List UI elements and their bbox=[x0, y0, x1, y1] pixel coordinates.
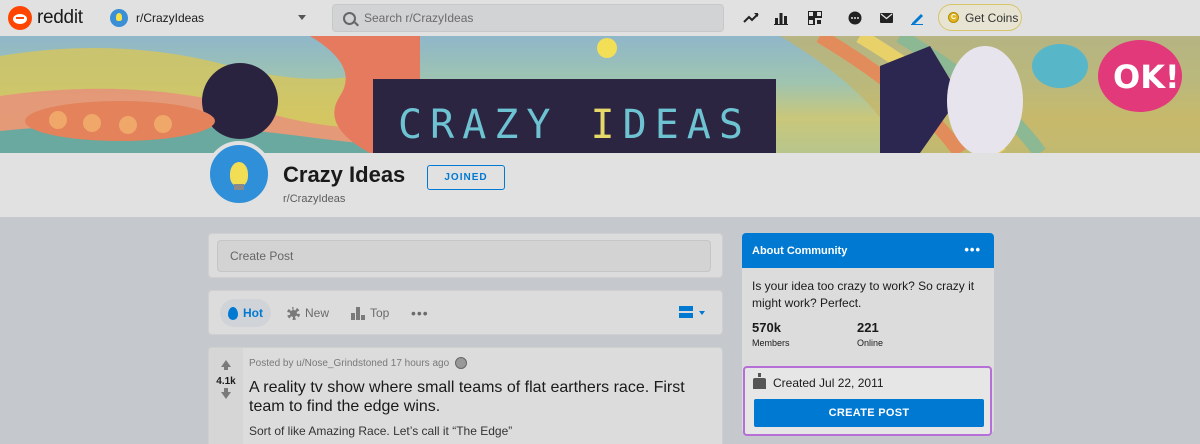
search-input[interactable] bbox=[364, 11, 704, 25]
create-post-input[interactable] bbox=[217, 240, 711, 272]
more-icon: ••• bbox=[411, 305, 429, 321]
search-icon bbox=[343, 11, 356, 25]
get-coins-button[interactable]: C Get Coins bbox=[938, 4, 1022, 31]
chevron-down-icon[interactable] bbox=[699, 311, 705, 315]
award-icon bbox=[455, 357, 468, 369]
sort-hot-label: Hot bbox=[243, 306, 263, 320]
sort-hot-button[interactable]: Hot bbox=[220, 299, 271, 327]
chat-icon[interactable] bbox=[846, 9, 864, 27]
svg-text:OK!: OK! bbox=[1113, 58, 1180, 96]
community-switcher[interactable]: r/CrazyIdeas bbox=[104, 4, 314, 32]
community-icon bbox=[110, 9, 128, 27]
flame-icon bbox=[228, 306, 238, 320]
members-count: 570k bbox=[752, 320, 781, 335]
post-meta-text: Posted by u/Nose_Grindstoned 17 hours ag… bbox=[249, 357, 450, 369]
vote-column: 4.1k bbox=[209, 348, 243, 444]
community-header bbox=[0, 153, 1200, 217]
chevron-down-icon bbox=[298, 15, 306, 20]
banner-title-part3: DEAS bbox=[622, 102, 751, 148]
banner-title-part2: I bbox=[590, 102, 623, 148]
pen-icon[interactable] bbox=[908, 9, 926, 27]
top-navigation-bar: reddit r/CrazyIdeas C Get Coins bbox=[0, 0, 1200, 36]
joined-button[interactable]: JOINED bbox=[427, 165, 505, 190]
created-date: Created Jul 22, 2011 bbox=[773, 376, 884, 390]
about-community-title: About Community bbox=[752, 244, 848, 257]
banner-title: CRAZY IDEAS bbox=[373, 79, 776, 153]
sort-new-button[interactable]: New bbox=[279, 299, 337, 327]
top-icon bbox=[351, 306, 365, 320]
downvote-icon[interactable] bbox=[221, 388, 231, 399]
more-options-icon[interactable]: ••• bbox=[964, 242, 981, 257]
community-subreddit: r/CrazyIdeas bbox=[283, 193, 346, 205]
search-bar[interactable] bbox=[332, 4, 724, 32]
post-body: Sort of like Amazing Race. Let’s call it… bbox=[249, 424, 513, 438]
sort-new-label: New bbox=[305, 306, 330, 320]
sort-bar: Hot New Top ••• bbox=[208, 290, 723, 335]
qr-icon[interactable] bbox=[806, 9, 824, 27]
mail-icon[interactable] bbox=[877, 9, 895, 27]
community-switcher-label: r/CrazyIdeas bbox=[136, 11, 205, 25]
banner-title-part1: CRAZY bbox=[398, 102, 591, 148]
trending-icon[interactable] bbox=[742, 9, 760, 27]
post-meta: Posted by u/Nose_Grindstoned 17 hours ag… bbox=[249, 357, 468, 369]
about-community-header: About Community ••• bbox=[742, 233, 994, 268]
stats-icon[interactable] bbox=[772, 9, 790, 27]
sort-top-label: Top bbox=[370, 306, 390, 320]
create-post-button[interactable]: CREATE POST bbox=[754, 399, 984, 427]
online-stat: 221 Online bbox=[857, 320, 883, 348]
lightbulb-icon bbox=[230, 162, 248, 190]
reddit-home-link[interactable]: reddit bbox=[8, 6, 83, 30]
upvote-icon[interactable] bbox=[221, 360, 231, 370]
community-description: Is your idea too crazy to work? So crazy… bbox=[752, 279, 975, 310]
community-avatar bbox=[206, 141, 272, 207]
new-icon bbox=[287, 306, 300, 320]
community-banner: OK! CRAZY IDEAS bbox=[0, 36, 1200, 153]
card-view-icon[interactable] bbox=[679, 306, 693, 318]
online-label: Online bbox=[857, 338, 884, 348]
sort-top-button[interactable]: Top bbox=[343, 299, 397, 327]
cake-icon bbox=[753, 373, 766, 389]
post-title[interactable]: A reality tv show where small teams of f… bbox=[249, 378, 719, 416]
post-card[interactable]: 4.1k Posted by u/Nose_Grindstoned 17 hou… bbox=[208, 347, 723, 444]
get-coins-label: Get Coins bbox=[965, 10, 1019, 25]
coin-icon: C bbox=[948, 12, 959, 23]
members-label: Members bbox=[752, 338, 790, 348]
created-and-create-post-box: Created Jul 22, 2011 CREATE POST bbox=[743, 366, 992, 436]
reddit-logo-icon bbox=[8, 6, 32, 30]
community-title: Crazy Ideas bbox=[283, 162, 406, 187]
sort-more-button[interactable]: ••• bbox=[403, 299, 437, 327]
post-score: 4.1k bbox=[216, 376, 236, 387]
online-count: 221 bbox=[857, 320, 879, 335]
create-post-card bbox=[208, 233, 723, 278]
reddit-wordmark: reddit bbox=[37, 7, 83, 28]
members-stat: 570k Members bbox=[752, 320, 790, 348]
